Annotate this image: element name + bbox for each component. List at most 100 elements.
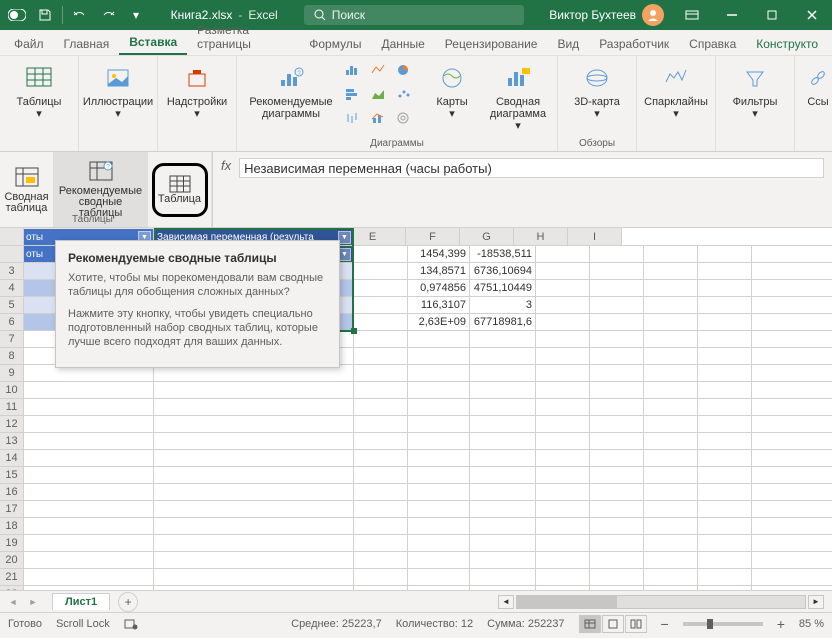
- search-box[interactable]: Поиск: [304, 5, 524, 25]
- autosave-toggle[interactable]: [4, 2, 30, 28]
- addins-dropdown[interactable]: Надстройки▾: [166, 60, 228, 122]
- bar-chart-icon[interactable]: [341, 84, 363, 104]
- add-sheet-button[interactable]: +: [118, 592, 138, 612]
- row-header-19[interactable]: 19: [0, 535, 24, 551]
- row-header[interactable]: [0, 246, 24, 262]
- tab-file[interactable]: Файл: [4, 33, 54, 55]
- zoom-out[interactable]: −: [661, 616, 669, 632]
- row-16[interactable]: 16: [0, 484, 832, 501]
- avatar: [642, 4, 664, 26]
- user-area[interactable]: Виктор Бухтеев: [541, 4, 672, 26]
- recommended-charts-button[interactable]: ?Рекомендуемые диаграммы: [245, 60, 337, 122]
- pivot-table-button[interactable]: Сводная таблица: [0, 152, 54, 227]
- tab-data[interactable]: Данные: [371, 33, 434, 55]
- row-21[interactable]: 21: [0, 569, 832, 586]
- filters-dropdown[interactable]: Фильтры▾: [724, 60, 786, 122]
- fx-icon[interactable]: fx: [221, 158, 231, 173]
- row-header-6[interactable]: 6: [0, 314, 24, 330]
- pivot-chart-dropdown[interactable]: Сводная диаграмма ▾: [487, 60, 549, 134]
- row-20[interactable]: 20: [0, 552, 832, 569]
- formula-input[interactable]: Независимая переменная (часы работы): [239, 158, 824, 178]
- combo-chart-icon[interactable]: [367, 108, 389, 128]
- row-header-5[interactable]: 5: [0, 297, 24, 313]
- view-page-break[interactable]: [625, 615, 647, 633]
- tab-view[interactable]: Вид: [547, 33, 589, 55]
- sheet-tab-1[interactable]: Лист1: [52, 593, 110, 610]
- row-14[interactable]: 14: [0, 450, 832, 467]
- row-header-9[interactable]: 9: [0, 365, 24, 381]
- hscroll-right[interactable]: ►: [808, 595, 824, 609]
- row-header-4[interactable]: 4: [0, 280, 24, 296]
- fill-handle[interactable]: [351, 328, 357, 334]
- line-chart-icon[interactable]: [367, 60, 389, 80]
- view-page-layout[interactable]: [602, 615, 624, 633]
- row-header-17[interactable]: 17: [0, 501, 24, 517]
- links-button[interactable]: Ссы: [803, 60, 832, 110]
- row-header-7[interactable]: 7: [0, 331, 24, 347]
- row-15[interactable]: 15: [0, 467, 832, 484]
- stock-chart-icon[interactable]: [341, 108, 363, 128]
- row-header-13[interactable]: 13: [0, 433, 24, 449]
- status-sum: Сумма: 252237: [487, 618, 564, 630]
- tooltip-p1: Хотите, чтобы мы порекомендовали вам сво…: [68, 271, 327, 299]
- row-header-3[interactable]: 3: [0, 263, 24, 279]
- row-header-16[interactable]: 16: [0, 484, 24, 500]
- tab-design[interactable]: Конструкто: [746, 33, 828, 55]
- sheet-nav-prev[interactable]: ◄: [4, 593, 22, 611]
- row-19[interactable]: 19: [0, 535, 832, 552]
- row-17[interactable]: 17: [0, 501, 832, 518]
- row-22[interactable]: 22: [0, 586, 832, 590]
- row-18[interactable]: 18: [0, 518, 832, 535]
- radar-chart-icon[interactable]: [393, 108, 415, 128]
- row-header-8[interactable]: 8: [0, 348, 24, 364]
- row-header-10[interactable]: 10: [0, 382, 24, 398]
- scatter-chart-icon[interactable]: [393, 84, 415, 104]
- tooltip-title: Рекомендуемые сводные таблицы: [68, 251, 327, 265]
- row-header-22[interactable]: 22: [0, 586, 24, 590]
- row-header-20[interactable]: 20: [0, 552, 24, 568]
- view-normal[interactable]: [579, 615, 601, 633]
- undo-button[interactable]: [67, 2, 93, 28]
- row-header-18[interactable]: 18: [0, 518, 24, 534]
- hscrollbar[interactable]: [516, 595, 806, 609]
- row-header-12[interactable]: 12: [0, 416, 24, 432]
- pie-chart-icon[interactable]: [393, 60, 415, 80]
- qat-dropdown[interactable]: ▾: [123, 2, 149, 28]
- illustrations-dropdown[interactable]: Иллюстрации▾: [87, 60, 149, 122]
- row-header-14[interactable]: 14: [0, 450, 24, 466]
- sparklines-dropdown[interactable]: Спарклайны▾: [645, 60, 707, 122]
- tables-dropdown[interactable]: Таблицы▾: [8, 60, 70, 122]
- table-button[interactable]: Таблица: [152, 163, 208, 217]
- titlebar: ▾ Книга2.xlsx - Excel Поиск Виктор Бухте…: [0, 0, 832, 30]
- close-button[interactable]: [792, 0, 832, 30]
- row-11[interactable]: 11: [0, 399, 832, 416]
- tab-developer[interactable]: Разработчик: [589, 33, 679, 55]
- zoom-value[interactable]: 85 %: [799, 618, 824, 630]
- sheet-nav-next[interactable]: ►: [24, 593, 42, 611]
- macro-record-icon[interactable]: [124, 618, 138, 630]
- tab-insert[interactable]: Вставка: [119, 31, 187, 55]
- row-header-21[interactable]: 21: [0, 569, 24, 585]
- row-header-15[interactable]: 15: [0, 467, 24, 483]
- ribbon-mode-button[interactable]: [672, 0, 712, 30]
- save-button[interactable]: [32, 2, 58, 28]
- area-chart-icon[interactable]: [367, 84, 389, 104]
- tab-home[interactable]: Главная: [54, 33, 120, 55]
- zoom-slider[interactable]: [683, 622, 763, 626]
- tab-formulas[interactable]: Формулы: [299, 33, 371, 55]
- zoom-in[interactable]: +: [777, 616, 785, 632]
- row-12[interactable]: 12: [0, 416, 832, 433]
- tab-review[interactable]: Рецензирование: [435, 33, 548, 55]
- tab-layout[interactable]: Разметка страницы: [187, 19, 299, 55]
- maps-dropdown[interactable]: Карты▾: [421, 60, 483, 122]
- tab-help[interactable]: Справка: [679, 33, 746, 55]
- 3d-map-dropdown[interactable]: 3D-карта ▾: [566, 60, 628, 122]
- row-header-11[interactable]: 11: [0, 399, 24, 415]
- row-10[interactable]: 10: [0, 382, 832, 399]
- maximize-button[interactable]: [752, 0, 792, 30]
- row-13[interactable]: 13: [0, 433, 832, 450]
- column-chart-icon[interactable]: [341, 60, 363, 80]
- hscroll-left[interactable]: ◄: [498, 595, 514, 609]
- redo-button[interactable]: [95, 2, 121, 28]
- minimize-button[interactable]: [712, 0, 752, 30]
